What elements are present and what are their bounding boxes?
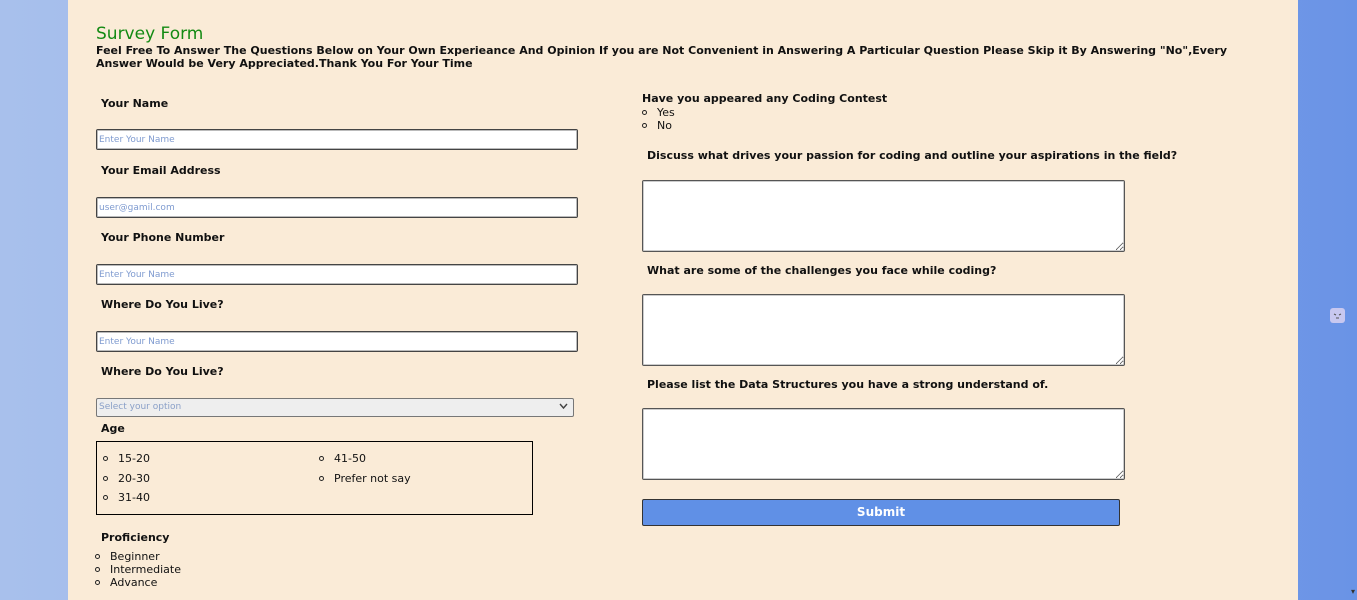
name-input[interactable]	[96, 129, 578, 150]
contest-label: Have you appeared any Coding Contest	[642, 92, 888, 105]
scroll-down-arrow-icon[interactable]: ▾	[1351, 587, 1355, 596]
phone-input[interactable]	[96, 264, 578, 285]
survey-form-card: Survey Form Feel Free To Answer The Ques…	[68, 0, 1298, 600]
phone-label: Your Phone Number	[101, 231, 225, 244]
bullet-icon	[103, 456, 108, 461]
contest-option-no[interactable]: No	[642, 119, 672, 132]
submit-button[interactable]: Submit	[642, 499, 1120, 526]
age-option[interactable]: Prefer not say	[319, 472, 411, 485]
age-label: Age	[101, 422, 125, 435]
extension-icon[interactable]	[1330, 308, 1345, 323]
email-input[interactable]	[96, 197, 578, 218]
passion-textarea[interactable]	[642, 180, 1125, 252]
face-icon	[1333, 313, 1342, 319]
bullet-icon	[95, 567, 100, 572]
select-value: Select your option	[99, 402, 182, 412]
bullet-icon	[319, 456, 324, 461]
bullet-icon	[95, 580, 100, 585]
proficiency-label: Proficiency	[101, 531, 170, 544]
form-title: Survey Form	[96, 24, 204, 44]
passion-question-label: Discuss what drives your passion for cod…	[647, 149, 1178, 162]
age-option[interactable]: 31-40	[103, 491, 150, 504]
bullet-icon	[642, 123, 647, 128]
proficiency-option[interactable]: Intermediate	[95, 563, 181, 576]
contest-option-yes[interactable]: Yes	[642, 106, 675, 119]
name-label: Your Name	[101, 97, 169, 110]
age-option[interactable]: 41-50	[319, 452, 366, 465]
location-select-label: Where Do You Live?	[101, 365, 224, 378]
location-input[interactable]	[96, 331, 578, 352]
age-option[interactable]: 20-30	[103, 472, 150, 485]
challenges-question-label: What are some of the challenges you face…	[647, 264, 997, 277]
location-label: Where Do You Live?	[101, 298, 224, 311]
data-structures-question-label: Please list the Data Structures you have…	[647, 378, 1049, 391]
bullet-icon	[642, 110, 647, 115]
chevron-down-icon	[559, 403, 568, 410]
challenges-textarea[interactable]	[642, 294, 1125, 366]
bullet-icon	[319, 476, 324, 481]
bullet-icon	[103, 476, 108, 481]
form-description: Feel Free To Answer The Questions Below …	[96, 44, 1228, 70]
age-options-box	[96, 441, 533, 515]
proficiency-option[interactable]: Advance	[95, 576, 157, 589]
email-label: Your Email Address	[101, 164, 221, 177]
bullet-icon	[95, 554, 100, 559]
location-select[interactable]: Select your option	[96, 398, 574, 417]
age-option[interactable]: 15-20	[103, 452, 150, 465]
proficiency-option[interactable]: Beginner	[95, 550, 160, 563]
bullet-icon	[103, 495, 108, 500]
data-structures-textarea[interactable]	[642, 408, 1125, 480]
